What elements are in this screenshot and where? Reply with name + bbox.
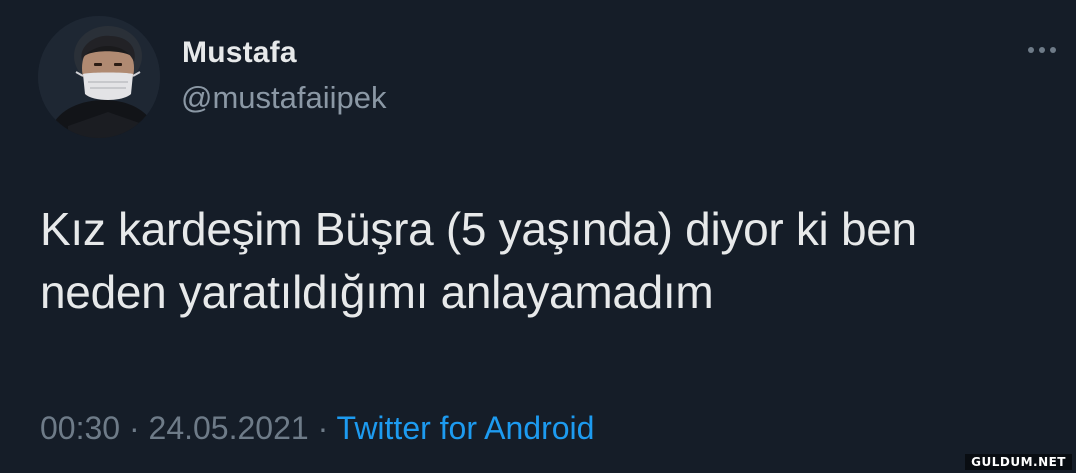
- meta-separator: ·: [317, 410, 329, 446]
- tweet-text-line: neden yaratıldığımı anlayamadım: [40, 266, 714, 318]
- user-handle[interactable]: @mustafaiipek: [181, 80, 387, 116]
- avatar[interactable]: [38, 16, 160, 138]
- tweet-meta: 00:30 · 24.05.2021 · Twitter for Android: [40, 410, 594, 447]
- tweet-text: Kız kardeşim Büşra (5 yaşında) diyor ki …: [40, 198, 1060, 324]
- meta-separator: ·: [128, 410, 140, 446]
- site-watermark: GULDUM.NET: [965, 454, 1072, 470]
- more-horizontal-icon-dot: [1050, 47, 1056, 53]
- tweet-time[interactable]: 00:30: [40, 410, 120, 446]
- display-name[interactable]: Mustafa: [182, 36, 297, 70]
- tweet-text-line: Kız kardeşim Büşra (5 yaşında) diyor ki …: [40, 203, 917, 255]
- more-horizontal-icon-dot: [1039, 47, 1045, 53]
- more-options-button[interactable]: [1028, 40, 1056, 60]
- tweet-source-link[interactable]: Twitter for Android: [337, 410, 595, 446]
- person-with-mask-avatar-icon: [38, 16, 160, 138]
- more-horizontal-icon-dot: [1028, 47, 1034, 53]
- tweet-date[interactable]: 24.05.2021: [149, 410, 309, 446]
- tweet-card: Mustafa @mustafaiipek Kız kardeşim Büşra…: [0, 0, 1076, 473]
